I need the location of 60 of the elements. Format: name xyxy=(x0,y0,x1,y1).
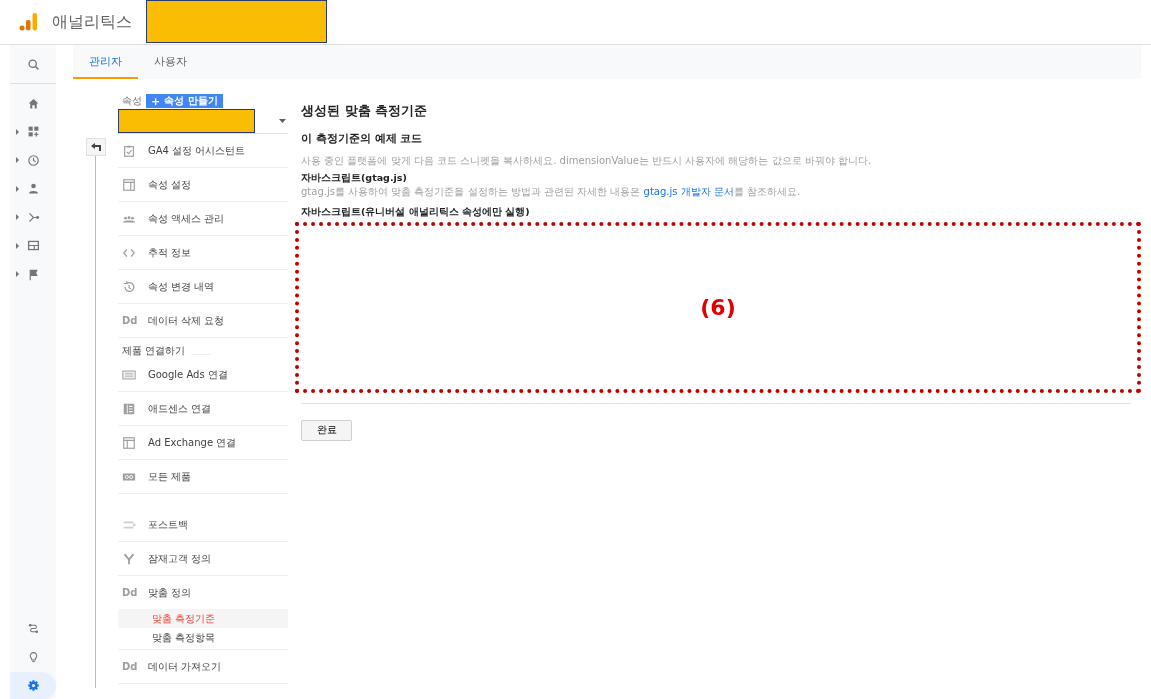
submenu-item[interactable]: 맞춤 측정기준 xyxy=(118,609,288,628)
menu-item[interactable]: 속성 액세스 관리 xyxy=(148,211,225,226)
dropdown-caret-icon[interactable] xyxy=(279,119,286,123)
back-arrow-icon xyxy=(90,143,101,151)
clock-icon[interactable] xyxy=(26,153,40,167)
funnel-icon xyxy=(122,551,136,566)
tab[interactable]: 관리자 xyxy=(73,45,138,79)
menu-item[interactable]: Google Ads 연결 xyxy=(148,367,228,382)
menu-item[interactable]: 애드센스 연결 xyxy=(148,401,212,416)
branch-icon[interactable] xyxy=(26,210,40,224)
route-icon[interactable] xyxy=(26,622,40,636)
expand-caret-icon[interactable] xyxy=(16,214,19,221)
menu-item[interactable]: 모든 제품 xyxy=(148,469,192,484)
window-icon[interactable] xyxy=(26,239,40,253)
person-icon[interactable] xyxy=(26,182,40,196)
done-button[interactable]: 완료 xyxy=(301,419,352,441)
section-heading: 제품 연결하기 xyxy=(122,344,186,358)
create-property-button[interactable]: + 속성 만들기 xyxy=(146,94,223,108)
menu-item[interactable]: 데이터 가져오기 xyxy=(148,659,222,674)
analytics-logo xyxy=(18,12,38,32)
property-label: 속성 xyxy=(122,94,142,108)
expand-caret-icon[interactable] xyxy=(16,128,19,135)
docs-link[interactable]: gtag.js 개발자 문서 xyxy=(643,186,734,197)
dashboard-icon[interactable] xyxy=(26,125,40,139)
back-button[interactable] xyxy=(85,138,106,156)
columns-icon xyxy=(122,401,136,416)
menu-item[interactable]: 속성 설정 xyxy=(148,177,192,192)
menu-item[interactable]: 데이터 삭제 요청 xyxy=(148,313,225,328)
product-name: 애널리틱스 xyxy=(52,11,132,33)
expand-caret-icon[interactable] xyxy=(16,242,19,249)
menu-item[interactable]: 속성 변경 내역 xyxy=(148,279,215,294)
menu-item[interactable]: 잠재고객 정의 xyxy=(148,551,212,566)
layout-icon xyxy=(122,435,136,450)
description-text: 사용 중인 플랫폼에 맞게 다음 코드 스니펫을 복사하세요. dimensionValue는 반드시 사용자에 해당하는 값으로 바꿔야 합니다. xyxy=(301,154,873,168)
menu-item[interactable]: GA4 설정 어시스턴트 xyxy=(148,143,246,158)
menu-item[interactable]: 추적 정보 xyxy=(148,245,192,260)
help-text: gtag.js를 사용하여 맞춤 측정기준을 설정하는 방법과 관련된 자세한 내용은 gtag.js 개발자 문서를 참조하세요. xyxy=(301,185,802,199)
search-icon[interactable] xyxy=(26,57,40,71)
menu-item[interactable]: 맞춤 정의 xyxy=(148,585,192,600)
menu-item[interactable]: Ad Exchange 연결 xyxy=(148,435,237,450)
clipboard-check-icon xyxy=(122,143,136,158)
tab[interactable]: 사용자 xyxy=(138,45,203,79)
expand-caret-icon[interactable] xyxy=(16,185,19,192)
home-icon[interactable] xyxy=(26,96,40,110)
expand-caret-icon[interactable] xyxy=(16,157,19,164)
dd-icon: Dd xyxy=(122,661,138,672)
ad-panel-icon xyxy=(122,367,136,382)
annotation-label: (6) xyxy=(700,295,736,320)
submenu-item[interactable]: 맞춤 측정항목 xyxy=(118,628,288,647)
menu-item[interactable]: 포스트백 xyxy=(148,517,188,532)
page-title: 생성된 맞춤 측정기준 xyxy=(301,102,429,120)
history-icon xyxy=(122,279,136,294)
settings-icon[interactable] xyxy=(26,679,40,693)
code-heading: 자바스크립트(유니버설 애널리틱스 속성에만 실행) xyxy=(301,206,531,219)
section-title: 이 측정기준의 예제 코드 xyxy=(301,131,424,146)
code-heading: 자바스크립트(gtag.js) xyxy=(301,172,408,185)
layout-icon xyxy=(122,177,136,192)
dd-icon: Dd xyxy=(122,315,138,326)
dd-icon: Dd xyxy=(122,587,138,598)
expand-caret-icon[interactable] xyxy=(16,271,19,278)
